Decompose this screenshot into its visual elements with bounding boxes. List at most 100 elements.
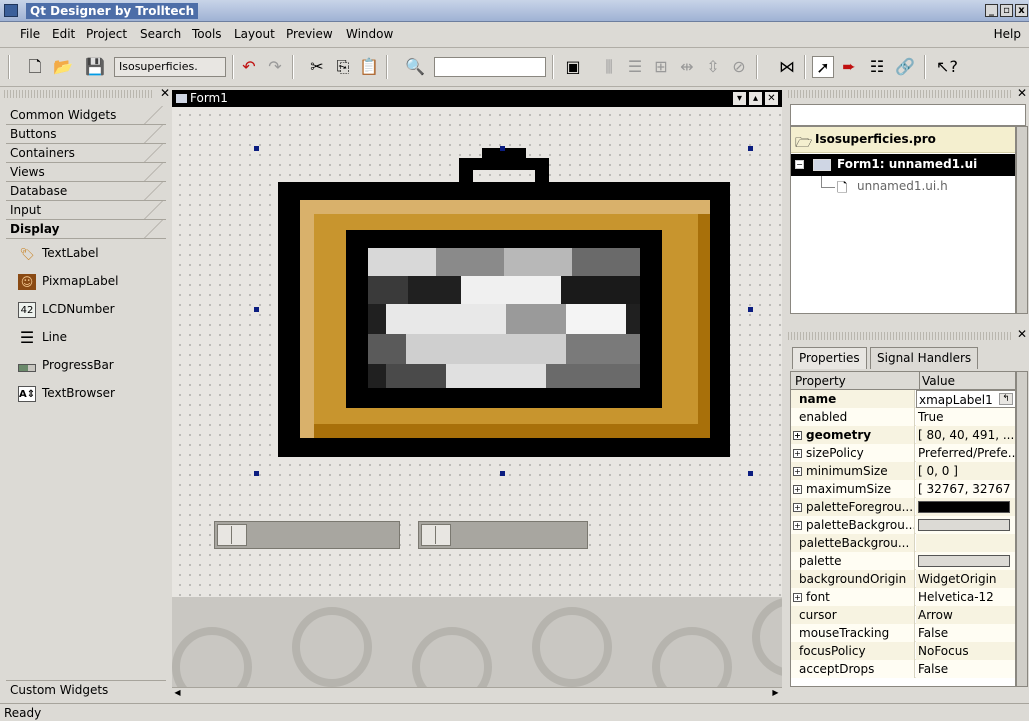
toolbox-item-textlabel[interactable]: 🏷 TextLabel xyxy=(18,243,98,263)
property-value-cell[interactable]: [ 0, 0 ] xyxy=(916,462,1015,480)
expand-plus-icon[interactable]: + xyxy=(793,431,802,440)
property-value-cell[interactable]: [ 32767, 32767 ] xyxy=(916,480,1015,498)
workspace-horizontal-scrollbar[interactable]: ◀ ▶ xyxy=(172,687,782,698)
property-table[interactable]: Property Value name xmapLabel1 ↰ enabled Tru… xyxy=(790,371,1016,687)
property-row[interactable]: palette xyxy=(791,552,1015,570)
property-row[interactable]: + font Helvetica-12 xyxy=(791,588,1015,606)
property-value-cell[interactable]: xmapLabel1 ↰ xyxy=(916,390,1015,408)
property-value-cell[interactable] xyxy=(916,534,1015,552)
property-row[interactable]: paletteBackgrou... xyxy=(791,534,1015,552)
layout-splitter-v-icon[interactable]: ⇳ xyxy=(702,56,724,78)
scroll-left-arrow[interactable]: ◀ xyxy=(172,688,183,698)
expand-plus-icon[interactable]: + xyxy=(793,521,802,530)
property-row[interactable]: + maximumSize [ 32767, 32767 ] xyxy=(791,480,1015,498)
expand-plus-icon[interactable]: + xyxy=(793,449,802,458)
tab-properties[interactable]: Properties xyxy=(792,347,867,369)
selection-handle[interactable] xyxy=(748,471,753,476)
column-header-value[interactable]: Value xyxy=(919,372,955,390)
property-row[interactable]: name xmapLabel1 ↰ xyxy=(791,390,1015,408)
toolbox-item-textbrowser[interactable]: A⇕ TextBrowser xyxy=(18,383,115,403)
menu-edit[interactable]: Edit xyxy=(52,27,75,41)
property-value-cell[interactable]: Preferred/Prefe... xyxy=(916,444,1015,462)
property-value-cell[interactable] xyxy=(916,552,1015,570)
scroll-right-arrow[interactable]: ▶ xyxy=(770,688,781,698)
selection-handle[interactable] xyxy=(748,146,753,151)
pointer-icon[interactable]: ➚ xyxy=(812,56,834,78)
layout-vertical-icon[interactable]: ☰ xyxy=(624,56,646,78)
project-overview-tree[interactable]: 🗁 Isosuperficies.pro − Form1: unnamed1.u… xyxy=(790,126,1016,314)
close-icon[interactable]: ✕ xyxy=(1017,86,1027,100)
save-icon[interactable]: 💾 xyxy=(84,56,106,78)
close-icon[interactable]: ✕ xyxy=(1017,327,1027,341)
menu-project[interactable]: Project xyxy=(86,27,127,41)
property-value-cell[interactable]: [ 80, 40, 491, ... xyxy=(916,426,1015,444)
selection-handle[interactable] xyxy=(500,146,505,151)
whats-this-icon[interactable]: ↖? xyxy=(936,56,958,78)
layout-horizontal-icon[interactable]: ⫼ xyxy=(598,56,620,78)
minimize-button[interactable]: _ xyxy=(985,4,998,17)
connect-signals-icon[interactable]: ➨ xyxy=(838,56,860,78)
toolbox-item-pixmaplabel[interactable]: ☺ PixmapLabel xyxy=(18,271,118,291)
property-value-cell[interactable]: False xyxy=(916,624,1015,642)
column-header-property[interactable]: Property xyxy=(795,372,846,390)
property-row[interactable]: mouseTracking False xyxy=(791,624,1015,642)
cut-icon[interactable]: ✂ xyxy=(306,56,328,78)
close-button[interactable]: x xyxy=(1015,4,1028,17)
adjust-size-icon[interactable]: ▣ xyxy=(562,56,584,78)
toolbox-category-database[interactable]: Database xyxy=(6,182,166,201)
toolbox-item-progressbar[interactable]: ProgressBar xyxy=(18,355,114,375)
toolbox-category-containers[interactable]: Containers xyxy=(6,144,166,163)
slider-handle[interactable] xyxy=(421,524,451,546)
property-row[interactable]: + paletteBackgrou... xyxy=(791,516,1015,534)
color-swatch[interactable] xyxy=(918,501,1010,513)
toolbox-category-input[interactable]: Input xyxy=(6,201,166,220)
menu-window[interactable]: Window xyxy=(346,27,393,41)
paste-icon[interactable]: 📋 xyxy=(358,56,380,78)
toolbox-item-lcdnumber[interactable]: 42 LCDNumber xyxy=(18,299,115,319)
undo-icon[interactable]: ↶ xyxy=(238,56,260,78)
color-swatch[interactable] xyxy=(918,555,1010,567)
layout-grid-icon[interactable]: ⊞ xyxy=(650,56,672,78)
dock-handle[interactable] xyxy=(788,90,1013,98)
tab-order-icon[interactable]: ☷ xyxy=(866,56,888,78)
toolbox-item-line[interactable]: ☰ Line xyxy=(18,327,67,347)
menu-help[interactable]: Help xyxy=(994,27,1021,41)
property-row[interactable]: cursor Arrow xyxy=(791,606,1015,624)
toolbox-category-custom-widgets[interactable]: Custom Widgets xyxy=(6,680,166,699)
maximize-button[interactable]: ▫ xyxy=(1000,4,1013,17)
property-row[interactable]: + minimumSize [ 0, 0 ] xyxy=(791,462,1015,480)
dock-handle[interactable] xyxy=(4,90,154,98)
tree-item-form[interactable]: − Form1: unnamed1.ui xyxy=(791,154,1015,176)
selection-handle[interactable] xyxy=(254,307,259,312)
expand-toggle-icon[interactable]: − xyxy=(795,160,804,169)
property-table-scrollbar[interactable] xyxy=(1016,371,1028,687)
menu-file[interactable]: File xyxy=(20,27,40,41)
selection-handle[interactable] xyxy=(254,471,259,476)
dock-handle[interactable] xyxy=(788,332,1013,340)
tab-signal-handlers[interactable]: Signal Handlers xyxy=(870,347,979,369)
pixmap-label-widget[interactable] xyxy=(256,148,747,463)
slider-widget[interactable] xyxy=(418,521,588,549)
property-row[interactable]: acceptDrops False xyxy=(791,660,1015,678)
property-row[interactable]: focusPolicy NoFocus xyxy=(791,642,1015,660)
expand-plus-icon[interactable]: + xyxy=(793,503,802,512)
expand-plus-icon[interactable]: + xyxy=(793,593,802,602)
property-value-cell[interactable]: False xyxy=(916,660,1015,678)
menu-search[interactable]: Search xyxy=(140,27,181,41)
buddy-icon[interactable]: 🔗 xyxy=(894,56,916,78)
toolbox-category-display[interactable]: Display xyxy=(6,220,166,239)
property-row[interactable]: + geometry [ 80, 40, 491, ... xyxy=(791,426,1015,444)
expand-plus-icon[interactable]: + xyxy=(793,467,802,476)
property-row[interactable]: + sizePolicy Preferred/Prefe... xyxy=(791,444,1015,462)
slider-handle[interactable] xyxy=(217,524,247,546)
color-swatch[interactable] xyxy=(918,519,1010,531)
menu-layout[interactable]: Layout xyxy=(234,27,275,41)
open-file-icon[interactable]: 📂 xyxy=(52,56,74,78)
new-file-icon[interactable]: 🗋 xyxy=(24,56,46,78)
form-close-button[interactable]: ✕ xyxy=(765,92,778,105)
toolbox-category-buttons[interactable]: Buttons xyxy=(6,125,166,144)
menu-tools[interactable]: Tools xyxy=(192,27,222,41)
toolbox-category-common-widgets[interactable]: Common Widgets xyxy=(6,106,166,125)
close-icon[interactable]: ✕ xyxy=(160,86,170,100)
property-value-cell[interactable]: NoFocus xyxy=(916,642,1015,660)
